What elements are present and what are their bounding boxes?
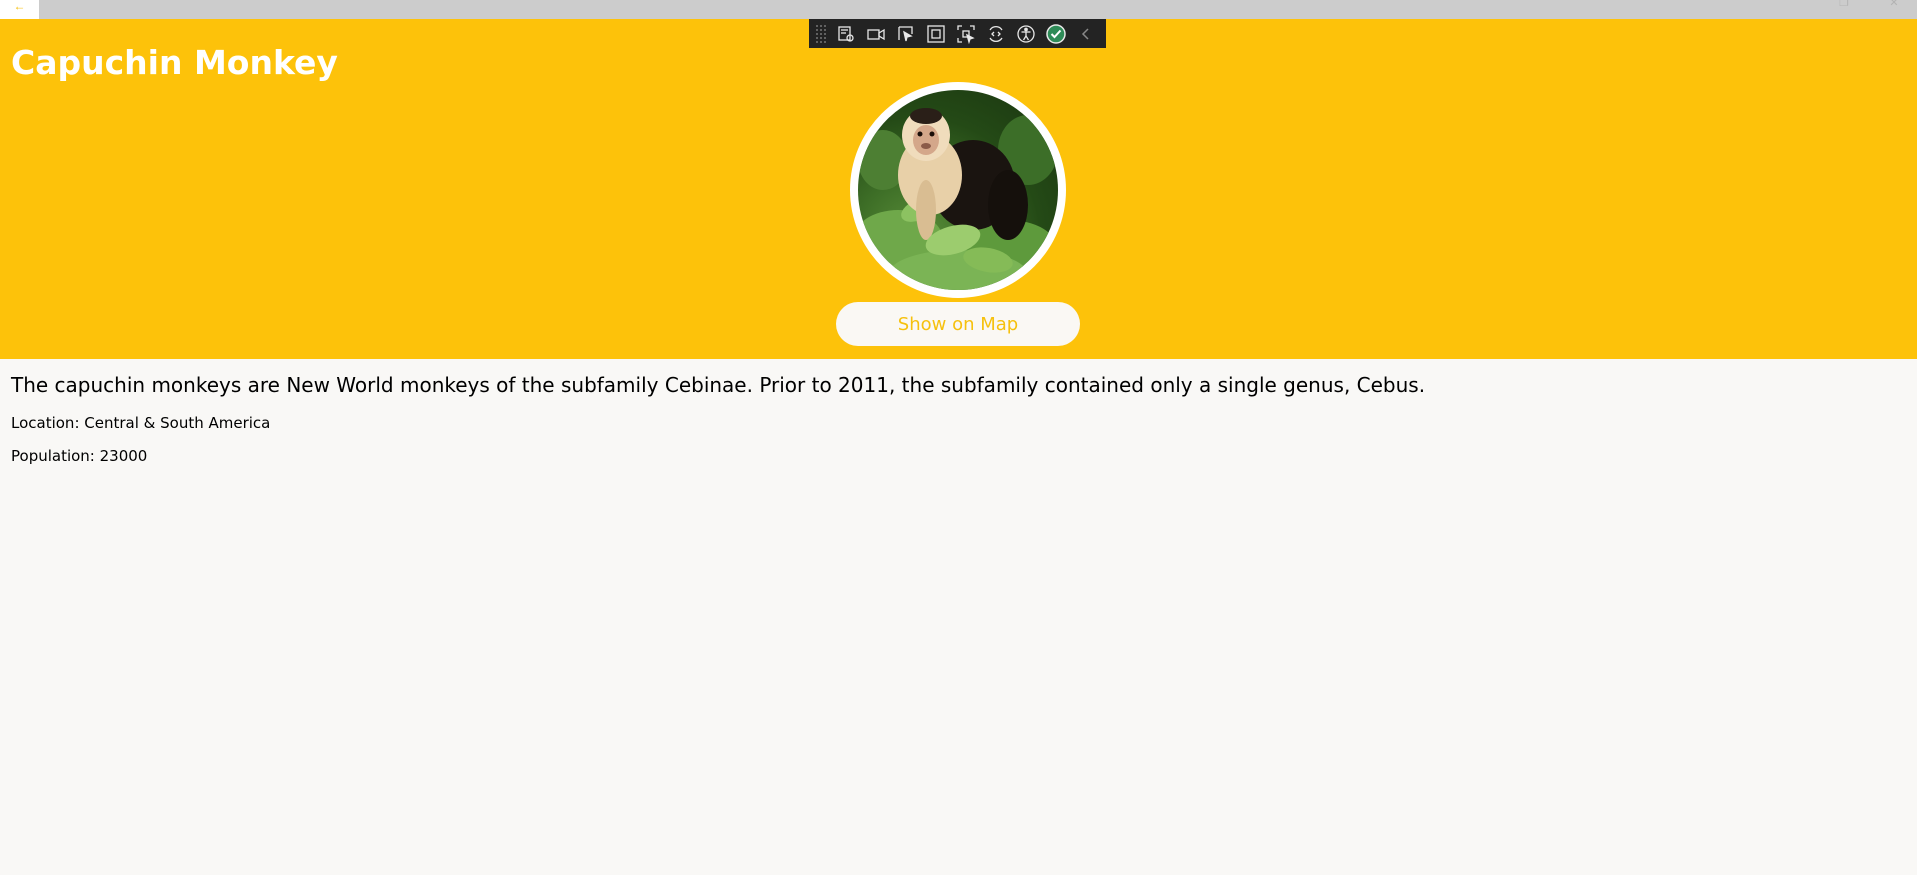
animal-photo (858, 90, 1058, 290)
xaml-dev-toolbar (809, 19, 1106, 48)
back-arrow-icon: ← (13, 0, 26, 13)
show-on-map-button[interactable]: Show on Map (836, 302, 1080, 346)
track-focus-icon[interactable] (861, 19, 891, 48)
track-focus-rect-icon[interactable] (951, 19, 981, 48)
close-icon[interactable]: ✕ (1887, 0, 1901, 9)
animal-description: The capuchin monkeys are New World monke… (11, 373, 1426, 397)
animal-photo-frame (850, 82, 1066, 298)
animal-population: Population: 23000 (11, 447, 148, 465)
collapse-chevron-icon[interactable] (1071, 19, 1101, 48)
animal-location: Location: Central & South America (11, 414, 271, 432)
hot-reload-icon[interactable] (981, 19, 1011, 48)
display-layout-adorners-icon[interactable] (921, 19, 951, 48)
accessibility-icon[interactable] (1011, 19, 1041, 48)
page-title: Capuchin Monkey (11, 43, 338, 82)
live-visual-tree-icon[interactable] (831, 19, 861, 48)
back-button[interactable]: ← (0, 0, 39, 19)
title-bar: ← ❐ ✕ (0, 0, 1917, 19)
status-check-icon[interactable] (1041, 19, 1071, 48)
toolbar-grip[interactable] (815, 23, 827, 44)
select-element-icon[interactable] (891, 19, 921, 48)
restore-icon[interactable]: ❐ (1837, 0, 1851, 9)
